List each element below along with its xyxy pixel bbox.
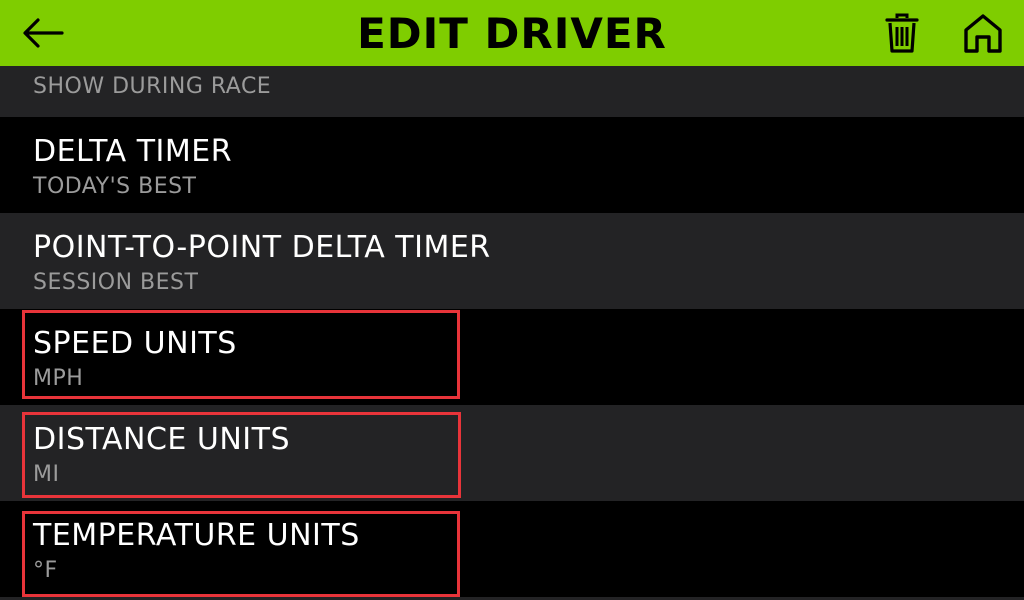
setting-row-delta-timer[interactable]: DELTA TIMER TODAY'S BEST xyxy=(0,117,1024,213)
setting-row-partial[interactable]: SHOW DURING RACE xyxy=(0,66,1024,117)
setting-value: SHOW DURING RACE xyxy=(33,74,272,99)
delete-button[interactable] xyxy=(879,10,925,56)
setting-label: DELTA TIMER xyxy=(33,134,233,169)
page-title: EDIT DRIVER xyxy=(357,9,667,58)
highlight-box-distance-units xyxy=(22,412,461,498)
home-button[interactable] xyxy=(960,10,1006,56)
highlight-box-speed-units xyxy=(22,310,460,399)
setting-label: POINT-TO-POINT DELTA TIMER xyxy=(33,230,491,265)
highlight-box-temperature-units xyxy=(22,511,460,597)
setting-value: TODAY'S BEST xyxy=(33,174,197,199)
home-icon xyxy=(964,14,1002,53)
trash-icon xyxy=(885,13,919,53)
setting-row-point-to-point-delta-timer[interactable]: POINT-TO-POINT DELTA TIMER SESSION BEST xyxy=(0,213,1024,309)
header-bar: EDIT DRIVER xyxy=(0,0,1024,66)
setting-value: SESSION BEST xyxy=(33,270,199,295)
